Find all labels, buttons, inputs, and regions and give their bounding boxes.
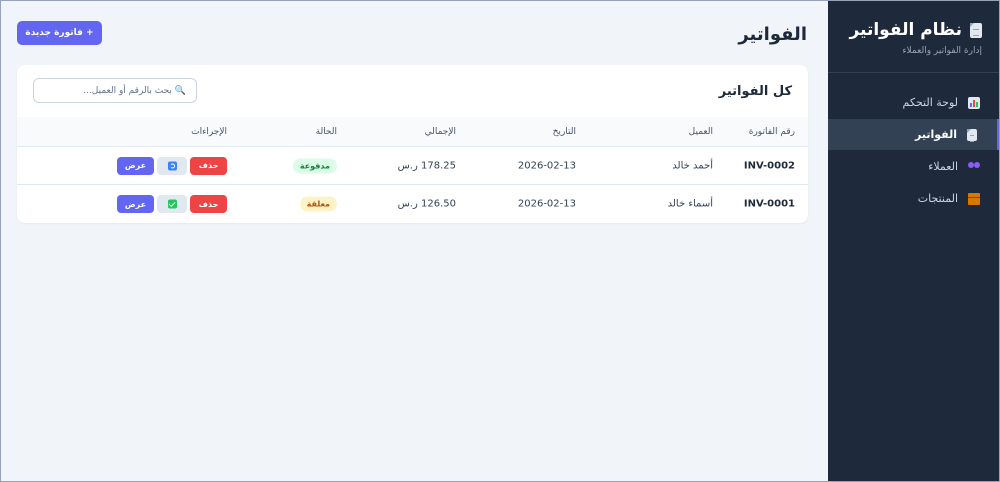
chart-icon (968, 96, 980, 109)
invoice-client: أحمد خالد (672, 160, 713, 171)
sidebar-item-label: لوحة التحكم (902, 96, 958, 109)
new-invoice-button[interactable]: + فاتورة جديدة (17, 21, 102, 45)
sidebar-brand: نظام الفواتير إدارة الفواتير والعملاء (828, 0, 1000, 73)
brand-subtitle: إدارة الفواتير والعملاء (902, 46, 982, 56)
delete-button[interactable]: حذف (190, 156, 227, 175)
column-header-status: الحالة (315, 126, 337, 137)
mark-paid-button[interactable] (157, 195, 187, 213)
sidebar-item-invoices[interactable]: الفواتير (828, 119, 1000, 150)
status-badge: مدفوعة (292, 158, 337, 173)
sidebar-item-products[interactable]: المنتجات (828, 183, 1000, 214)
invoice-client: أسماء خالد (667, 198, 713, 210)
invoice-number: INV-0001 (743, 198, 795, 210)
view-button[interactable]: عرض (117, 156, 154, 175)
status-badge: معلقة (299, 196, 337, 212)
sidebar-nav: لوحة التحكم الفواتير العملاء المنتجات (828, 87, 1000, 214)
refresh-icon (167, 161, 177, 170)
search-placeholder: 🔍 بحث بالرقم أو العميل... (83, 85, 186, 96)
column-header-number: رقم الفاتورة (748, 126, 795, 137)
row-actions: حذف عرض (117, 195, 227, 213)
document-icon (967, 128, 977, 142)
view-button[interactable]: عرض (117, 195, 154, 213)
invoice-number: INV-0002 (743, 160, 795, 171)
main-content: الفواتير + فاتورة جديدة كل الفواتير 🔍 بح… (0, 0, 828, 482)
sidebar-item-label: العملاء (928, 160, 958, 173)
column-header-client: العميل (688, 126, 713, 137)
brand-title-row: نظام الفواتير (846, 20, 982, 40)
search-input[interactable]: 🔍 بحث بالرقم أو العميل... (33, 78, 197, 103)
column-header-total: الإجمالي (424, 126, 456, 137)
invoice-total: 126.50 ر.س (397, 198, 456, 210)
card-title: كل الفواتير (718, 84, 792, 99)
row-actions: حذف عرض (117, 156, 227, 175)
sidebar-item-label: المنتجات (917, 192, 958, 205)
table-row: INV-0002 أحمد خالد 2026-02-13 178.25 ر.س… (17, 147, 808, 185)
brand-title: نظام الفواتير (849, 20, 962, 40)
invoice-date: 2026-02-13 (517, 198, 576, 210)
sidebar-item-dashboard[interactable]: لوحة التحكم (828, 87, 1000, 118)
column-header-date: التاريخ (552, 126, 576, 137)
invoice-total: 178.25 ر.س (397, 160, 456, 171)
refresh-button[interactable] (157, 156, 187, 175)
sidebar-item-clients[interactable]: العملاء (828, 151, 1000, 182)
document-icon (970, 22, 982, 38)
sidebar: نظام الفواتير إدارة الفواتير والعملاء لو… (828, 0, 1000, 482)
table-row: INV-0001 أسماء خالد 2026-02-13 126.50 ر.… (17, 185, 808, 223)
check-icon (167, 199, 177, 209)
table-header: رقم الفاتورة العميل التاريخ الإجمالي الح… (17, 117, 808, 147)
box-icon (968, 192, 980, 205)
invoices-card: كل الفواتير 🔍 بحث بالرقم أو العميل... رق… (17, 65, 808, 223)
delete-button[interactable]: حذف (190, 195, 227, 213)
users-icon (968, 161, 980, 173)
invoice-date: 2026-02-13 (517, 160, 576, 171)
sidebar-item-label: الفواتير (915, 128, 957, 141)
page-title: الفواتير (738, 24, 807, 45)
column-header-actions: الإجراءات (191, 126, 227, 137)
